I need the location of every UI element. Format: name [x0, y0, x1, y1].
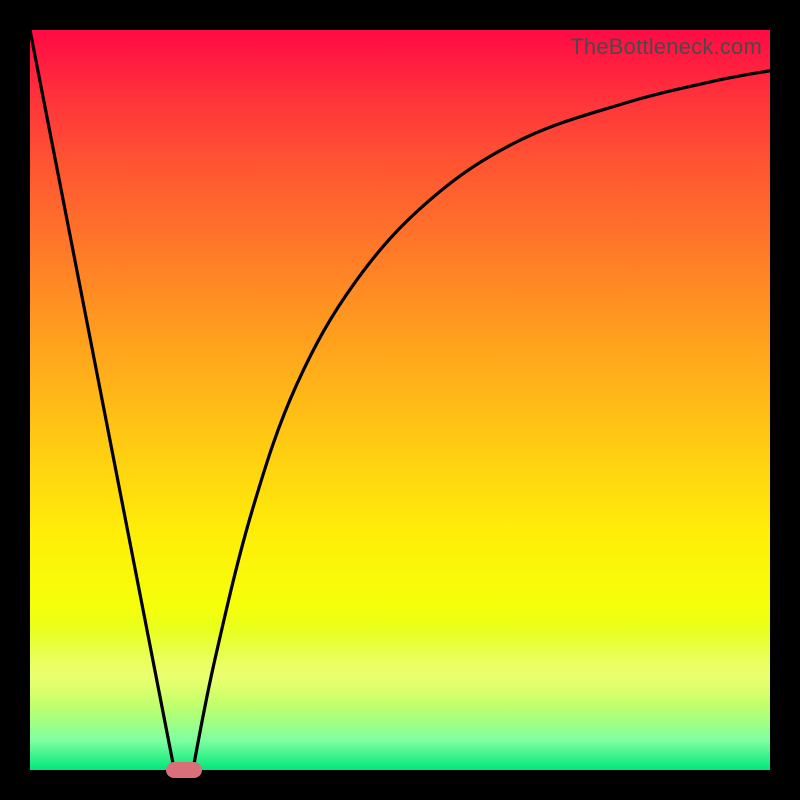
highlight-band — [30, 630, 770, 710]
plot-area: TheBottleneck.com — [30, 30, 770, 770]
minimum-marker — [166, 762, 202, 778]
watermark-text: TheBottleneck.com — [570, 34, 762, 60]
chart-frame: TheBottleneck.com — [0, 0, 800, 800]
